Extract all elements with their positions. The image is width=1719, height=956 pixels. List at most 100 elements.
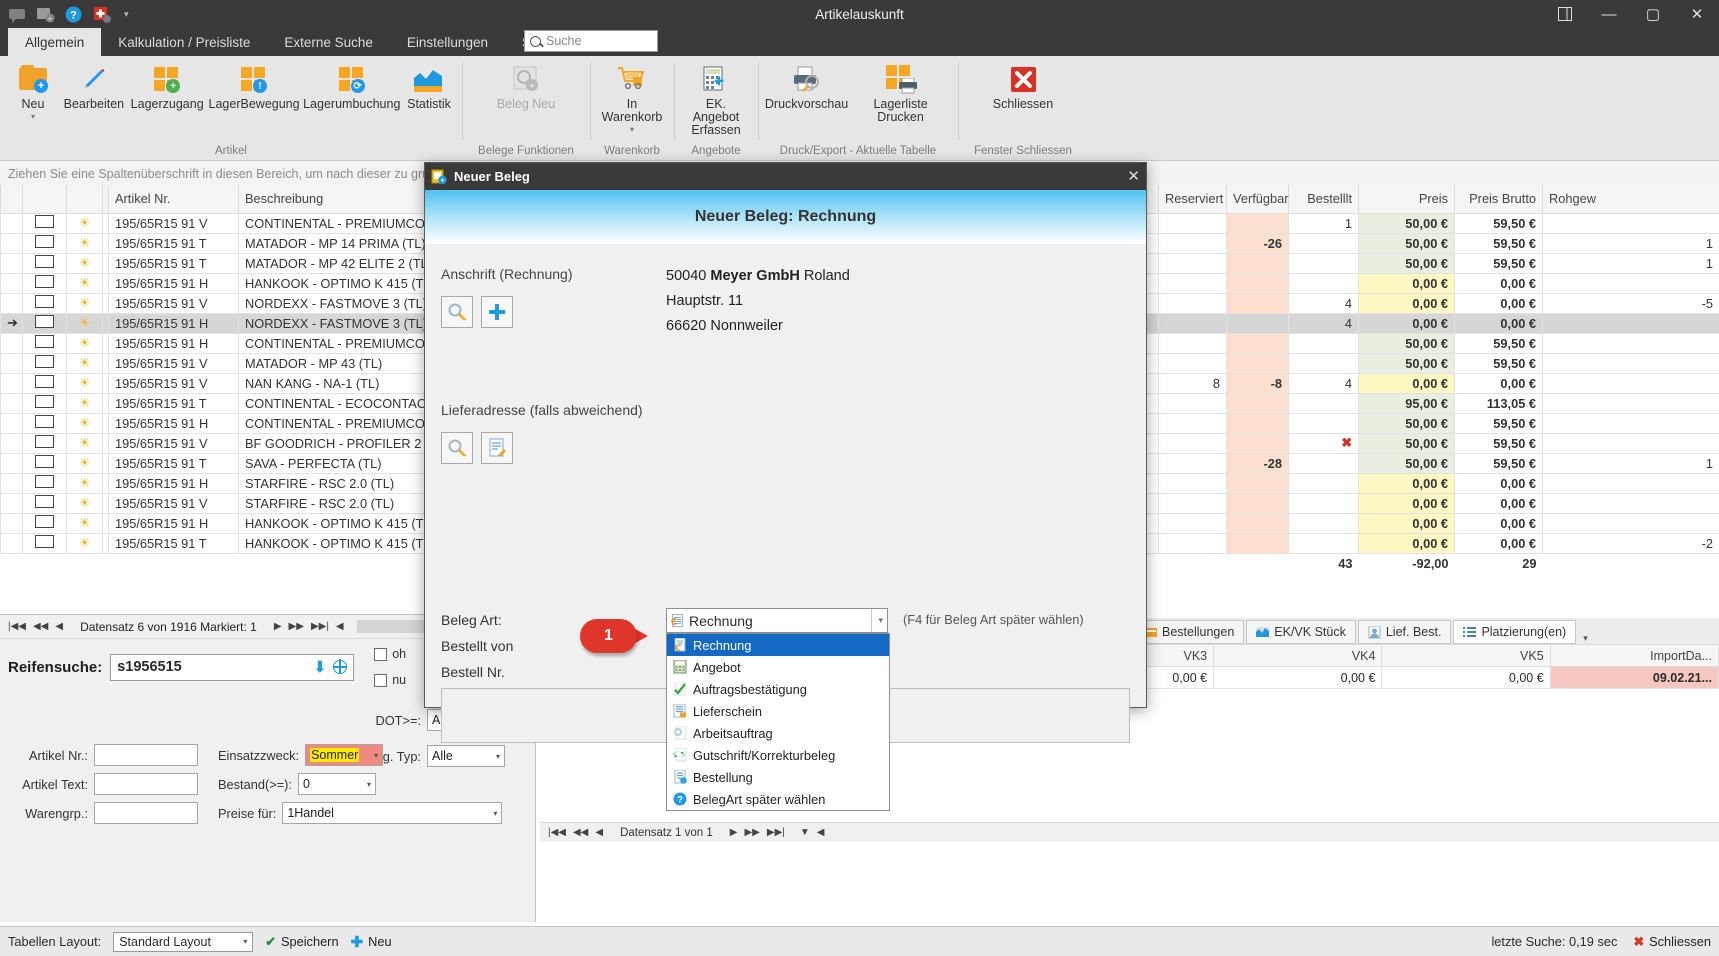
prev-record-button[interactable]: ◀ xyxy=(55,621,63,632)
row-checkbox[interactable] xyxy=(22,472,67,494)
chevron-down-icon[interactable]: ▾ xyxy=(367,780,371,789)
anschrift-add-button[interactable] xyxy=(481,296,513,328)
restore-layout-icon[interactable] xyxy=(1543,0,1587,28)
row-checkbox[interactable] xyxy=(22,292,67,314)
col-bestelllt[interactable]: Bestelllt xyxy=(1288,185,1359,214)
row-checkbox[interactable] xyxy=(22,452,67,474)
maximize-icon[interactable]: ▢ xyxy=(1631,0,1675,28)
dropdown-item-credit-note[interactable]: Gutschrift/Korrekturbeleg xyxy=(667,744,889,766)
einsatzzweck-select[interactable]: Sommer ▾ xyxy=(305,744,384,766)
belegart-combobox[interactable]: € Rechnung ▾ xyxy=(666,608,888,633)
last-record-button[interactable]: ▶▶| xyxy=(311,621,329,632)
tab-bestellungen[interactable]: Bestellungen xyxy=(1134,620,1245,644)
detail-col-4[interactable]: VK4 xyxy=(1213,644,1383,667)
row-checkbox[interactable] xyxy=(22,332,67,354)
lieferadresse-search-button[interactable] xyxy=(441,432,473,464)
chevron-down-icon[interactable]: ▾ xyxy=(124,9,129,20)
prev-page-button[interactable]: ◀◀ xyxy=(573,827,588,838)
tab-kalkulation-preisliste[interactable]: Kalkulation / Preisliste xyxy=(101,28,267,56)
next-page-button[interactable]: ▶▶ xyxy=(289,621,304,632)
tab-allgemein[interactable]: Allgemein xyxy=(8,28,102,56)
detail-record-navigator[interactable]: |◀◀ ◀◀ ◀ Datensatz 1 von 1 ▶ ▶▶ ▶▶| ▼ ◀ xyxy=(540,822,1719,842)
prev-page-button[interactable]: ◀◀ xyxy=(33,621,48,632)
row-checkbox[interactable] xyxy=(22,432,67,454)
row-checkbox[interactable] xyxy=(22,372,67,394)
row-checkbox[interactable] xyxy=(22,532,67,554)
chevron-down-icon[interactable]: ▾ xyxy=(1578,633,1593,644)
dropdown-item-delivery-note[interactable]: Lieferschein xyxy=(667,700,889,722)
col-season[interactable] xyxy=(66,185,103,214)
ribbon-button-neu[interactable]: + Neu ▾ xyxy=(6,60,60,123)
tab-ek-vk-stueck[interactable]: EK/VK Stück xyxy=(1246,620,1356,644)
close-button[interactable]: ✖ Schliessen xyxy=(1633,934,1711,950)
download-arrow-icon[interactable]: ⬇ xyxy=(314,658,327,676)
checkbox-nur[interactable]: nu xyxy=(374,673,406,687)
dropdown-item-question[interactable]: ? BelegArt später wählen xyxy=(667,788,889,810)
checkbox-ohne[interactable]: oh xyxy=(374,647,406,661)
row-checkbox[interactable] xyxy=(22,312,67,334)
anschrift-search-button[interactable] xyxy=(441,296,473,328)
dialog-close-button[interactable]: ✕ xyxy=(1127,167,1140,185)
artikel-text-input[interactable] xyxy=(94,773,198,795)
next-record-button[interactable]: ▶ xyxy=(730,827,738,838)
col-verfuegbar[interactable]: Verfügbar xyxy=(1226,185,1289,214)
first-record-button[interactable]: |◀◀ xyxy=(548,827,566,838)
delete-icon[interactable]: ✖ xyxy=(1341,435,1352,450)
detail-col-5[interactable]: VK5 xyxy=(1381,644,1551,667)
ribbon-button-in-warenkorb[interactable]: In Warenkorb ▾ xyxy=(596,60,668,136)
help-icon[interactable]: ? xyxy=(64,5,83,24)
tab-platzierungen[interactable]: Platzierung(en) xyxy=(1453,620,1577,644)
ribbon-button-ek-angebot-erfassen[interactable]: EK. Angebot Erfassen xyxy=(680,60,752,140)
dropdown-item-purchase-order[interactable]: ↓ Bestellung xyxy=(667,766,889,788)
col-preis-brutto[interactable]: Preis Brutto xyxy=(1454,185,1543,214)
chevron-down-icon[interactable]: ▾ xyxy=(31,113,35,121)
row-checkbox[interactable] xyxy=(22,212,67,234)
first-aid-icon[interactable] xyxy=(92,5,111,24)
chevron-down-icon[interactable]: ▾ xyxy=(374,751,378,760)
row-checkbox[interactable] xyxy=(22,272,67,294)
filter-icon[interactable]: ▼ xyxy=(800,827,810,838)
row-checkbox[interactable] xyxy=(22,252,67,274)
ribbon-button-druckvorschau[interactable]: Druckvorschau xyxy=(764,60,849,114)
ribbon-button-schliessen[interactable]: Schliessen xyxy=(986,60,1060,114)
ribbon-button-lagerumbuchung[interactable]: ⟳ Lagerumbuchung xyxy=(302,60,402,114)
next-record-button[interactable]: ▶ xyxy=(274,621,282,632)
prev-record-button[interactable]: ◀ xyxy=(595,827,603,838)
ribbon-button-beleg-neu[interactable]: + Beleg Neu xyxy=(490,60,562,114)
detail-col-6[interactable]: ImportDa... xyxy=(1549,644,1719,667)
checkbox-box[interactable] xyxy=(374,647,388,661)
first-record-button[interactable]: |◀◀ xyxy=(8,621,26,632)
ribbon-tab-strip[interactable]: Allgemein Kalkulation / Preisliste Exter… xyxy=(0,28,1719,56)
chat-icon[interactable] xyxy=(8,5,27,24)
row-checkbox[interactable] xyxy=(22,352,67,374)
belegart-dropdown-list[interactable]: € Rechnung Angebot Auftragsbestätigung Liefe… xyxy=(666,633,890,811)
dropdown-item-work-order[interactable]: Arbeitsauftrag xyxy=(667,722,889,744)
dropdown-item-order-confirm[interactable]: Auftragsbestätigung xyxy=(667,678,889,700)
scroll-left-button[interactable]: ◀ xyxy=(336,621,344,632)
row-checkbox[interactable] xyxy=(22,512,67,534)
bestand-select[interactable]: 0 ▾ xyxy=(297,773,376,795)
warengruppe-input[interactable] xyxy=(94,802,198,824)
quick-access-toolbar[interactable]: + ? ▾ xyxy=(0,5,129,24)
dropdown-item-invoice[interactable]: € Rechnung xyxy=(667,634,889,656)
col-preis[interactable]: Preis xyxy=(1358,185,1455,214)
chevron-down-icon[interactable]: ▾ xyxy=(243,937,247,946)
row-checkbox[interactable] xyxy=(22,392,67,414)
tab-lief-best[interactable]: Lief. Best. xyxy=(1357,620,1452,644)
globe-icon[interactable] xyxy=(332,659,348,674)
next-page-button[interactable]: ▶▶ xyxy=(744,827,759,838)
col-artikel-nr[interactable]: Artikel Nr. xyxy=(108,185,239,214)
col-check[interactable] xyxy=(22,185,67,214)
row-checkbox[interactable] xyxy=(22,232,67,254)
new-button[interactable]: ✚ Neu xyxy=(351,933,392,951)
col-rohgew[interactable]: Rohgew xyxy=(1542,185,1719,214)
reifensuche-input[interactable]: s1956515 ⬇ xyxy=(110,653,355,681)
chevron-down-icon[interactable]: ▾ xyxy=(871,609,883,632)
scroll-left-button[interactable]: ◀ xyxy=(817,827,825,838)
ribbon-button-statistik[interactable]: Statistik xyxy=(402,60,456,114)
table-layout-select[interactable]: Standard Layout ▾ xyxy=(113,931,254,952)
save-button[interactable]: ✔ Speichern xyxy=(265,934,338,950)
add-window-icon[interactable]: + xyxy=(36,5,55,24)
chevron-down-icon[interactable]: ▾ xyxy=(630,126,634,134)
window-controls[interactable]: — ▢ ✕ xyxy=(1543,0,1719,28)
